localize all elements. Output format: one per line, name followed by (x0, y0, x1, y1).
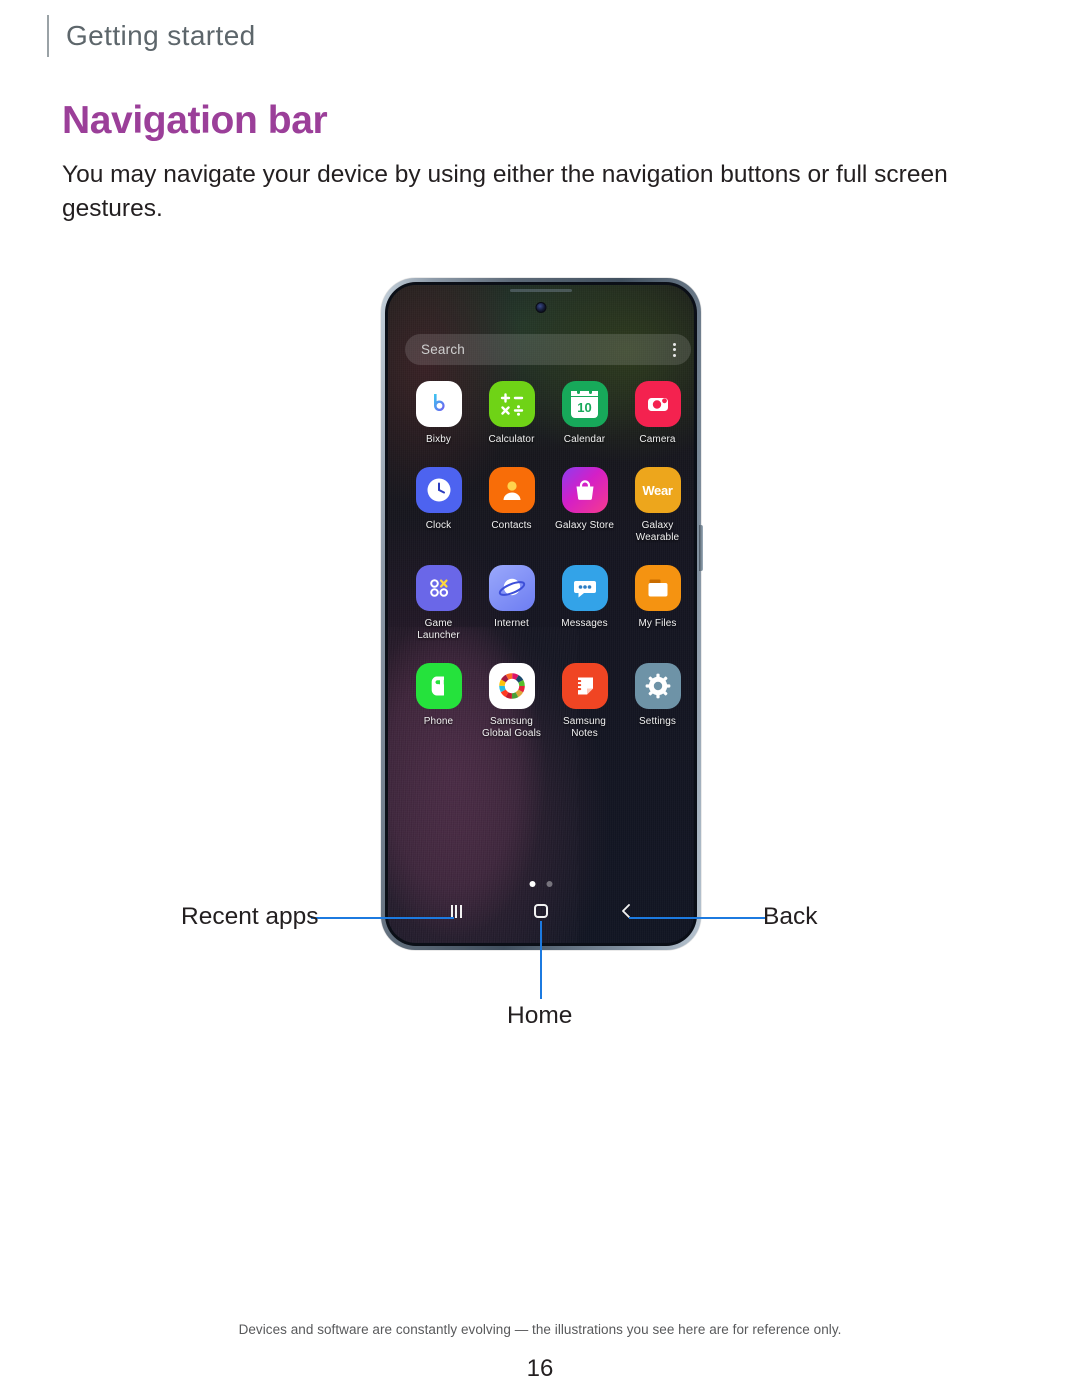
wearable-wordmark: Wear (642, 482, 673, 498)
app-internet[interactable]: Internet (475, 565, 548, 642)
app-label: Galaxy Wearable (635, 520, 680, 543)
app-label: Contacts (491, 520, 532, 531)
app-label: Calendar (563, 434, 606, 445)
app-label: Clock (425, 520, 452, 531)
messages-icon (561, 565, 608, 611)
leader-line-recent-apps (311, 917, 454, 919)
phone-icon (415, 663, 462, 709)
recent-apps-icon (450, 904, 462, 918)
search-bar[interactable]: Search (405, 334, 691, 365)
phone-frame: Search Bixby Calculator 10 Calendar Came… (381, 278, 703, 950)
app-contacts[interactable]: Contacts (475, 467, 548, 544)
app-samsung-notes[interactable]: Samsung Notes (548, 663, 621, 740)
leader-line-back (629, 917, 765, 919)
calculator-icon (488, 381, 535, 427)
app-label: Messages (561, 618, 608, 629)
leader-line-home (540, 921, 542, 999)
camera-icon (634, 381, 681, 427)
app-label: Settings (639, 716, 676, 727)
app-label: Game Launcher (417, 618, 460, 641)
home-screen-page-indicator (529, 881, 553, 887)
app-bixby[interactable]: Bixby (402, 381, 475, 446)
footer-disclaimer: Devices and software are constantly evol… (238, 1322, 842, 1337)
page-dot-active[interactable] (529, 881, 536, 887)
app-phone[interactable]: Phone (402, 663, 475, 740)
galaxy-wearable-icon: Wear (634, 467, 681, 513)
home-icon (533, 904, 548, 918)
app-label: Galaxy Store (554, 520, 614, 531)
app-my-files[interactable]: My Files (621, 565, 694, 642)
clock-icon (415, 467, 462, 513)
app-clock[interactable]: Clock (402, 467, 475, 544)
bixby-icon (415, 381, 462, 427)
app-label: Calculator (488, 434, 535, 445)
app-samsung-global-goals[interactable]: Samsung Global Goals (475, 663, 548, 740)
front-camera-icon (535, 302, 547, 313)
app-grid: Bixby Calculator 10 Calendar Camera Cloc… (402, 381, 694, 740)
manual-page: Getting started Navigation bar You may n… (0, 0, 1080, 1397)
app-label: Camera (639, 434, 676, 445)
calendar-icon: 10 (561, 381, 608, 427)
page-title: Navigation bar (62, 99, 328, 142)
kebab-menu-icon[interactable] (669, 340, 680, 360)
running-header-title: Getting started (66, 20, 256, 51)
earpiece-speaker (510, 289, 572, 292)
callout-home: Home (507, 1002, 573, 1029)
app-galaxy-wearable[interactable]: Wear Galaxy Wearable (621, 467, 694, 544)
phone-bezel: Search Bixby Calculator 10 Calendar Came… (385, 282, 697, 946)
page-number: 16 (526, 1355, 554, 1382)
page-dot[interactable] (546, 881, 553, 887)
app-label: My Files (638, 618, 677, 629)
app-messages[interactable]: Messages (548, 565, 621, 642)
app-label: Internet (494, 618, 529, 629)
calendar-day-number: 10 (577, 399, 592, 415)
power-button (699, 525, 703, 571)
phone-screen: Search Bixby Calculator 10 Calendar Came… (388, 285, 694, 943)
contacts-icon (488, 467, 535, 513)
app-label: Phone (423, 716, 454, 727)
header-divider-rule (47, 15, 49, 57)
section-body-text: You may navigate your device by using ei… (62, 161, 948, 222)
galaxy-store-icon (561, 467, 608, 513)
running-header: Getting started (47, 14, 256, 58)
settings-icon (634, 663, 681, 709)
back-button[interactable] (606, 898, 646, 924)
app-camera[interactable]: Camera (621, 381, 694, 446)
app-game-launcher[interactable]: Game Launcher (402, 565, 475, 642)
game-launcher-icon (415, 565, 462, 611)
app-calculator[interactable]: Calculator (475, 381, 548, 446)
app-label: Bixby (426, 434, 451, 445)
my-files-icon (634, 565, 681, 611)
app-label: Samsung Notes (563, 716, 606, 739)
phone-illustration: Search Bixby Calculator 10 Calendar Came… (381, 278, 703, 953)
app-label: Samsung Global Goals (481, 716, 541, 739)
samsung-notes-icon (561, 663, 608, 709)
recent-apps-button[interactable] (436, 898, 476, 924)
callout-back: Back (763, 903, 818, 930)
internet-icon (488, 565, 535, 611)
app-settings[interactable]: Settings (621, 663, 694, 740)
callout-recent-apps: Recent apps (181, 903, 319, 930)
search-placeholder: Search (421, 342, 465, 357)
app-galaxy-store[interactable]: Galaxy Store (548, 467, 621, 544)
app-calendar[interactable]: 10 Calendar (548, 381, 621, 446)
global-goals-icon (488, 663, 535, 709)
